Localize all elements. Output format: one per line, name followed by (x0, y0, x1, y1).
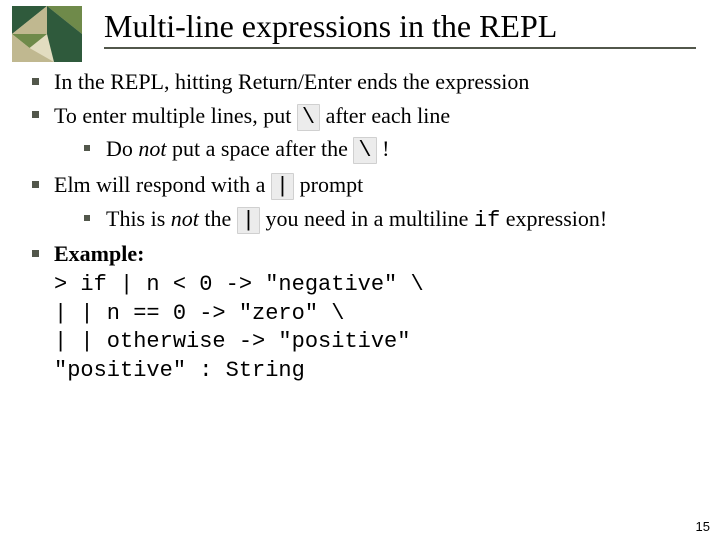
emphasis: not (138, 136, 166, 161)
bullet-text: you need in a multiline (260, 206, 474, 231)
inline-code: \ (297, 104, 320, 131)
slide-title: Multi-line expressions in the REPL (104, 8, 696, 49)
bullet-sub-item: Do not put a space after the \ ! (54, 134, 702, 166)
slide-body: In the REPL, hitting Return/Enter ends t… (18, 67, 702, 386)
code-line: | | otherwise -> "positive" (54, 328, 702, 357)
bullet-item: In the REPL, hitting Return/Enter ends t… (18, 67, 702, 97)
inline-code: | (271, 173, 294, 200)
code-line: > if | n < 0 -> "negative" \ (54, 271, 702, 300)
bullet-text: after each line (320, 103, 450, 128)
tangram-logo-icon (12, 6, 82, 62)
bullet-text: To enter multiple lines, put (54, 103, 297, 128)
example-label: Example: (54, 241, 144, 266)
code-block: > if | n < 0 -> "negative" \| | n == 0 -… (54, 271, 702, 385)
bullet-text: prompt (294, 172, 363, 197)
inline-code: \ (353, 137, 376, 164)
code-line: "positive" : String (54, 357, 702, 386)
inline-code: if (474, 208, 500, 233)
inline-code: | (237, 207, 260, 234)
bullet-item: Elm will respond with a | prompt This is… (18, 170, 702, 235)
bullet-text: Elm will respond with a (54, 172, 271, 197)
code-line: | | n == 0 -> "zero" \ (54, 300, 702, 329)
slide-header: Multi-line expressions in the REPL (0, 0, 720, 49)
page-number: 15 (696, 519, 710, 534)
slide: Multi-line expressions in the REPL In th… (0, 0, 720, 540)
bullet-text: expression! (500, 206, 607, 231)
bullet-text: the (199, 206, 237, 231)
bullet-item: Example: > if | n < 0 -> "negative" \| |… (18, 239, 702, 385)
bullet-item: To enter multiple lines, put \ after eac… (18, 101, 702, 166)
bullet-text: This is (106, 206, 171, 231)
bullet-text: put a space after the (167, 136, 354, 161)
bullet-text: ! (377, 136, 390, 161)
bullet-text: Do (106, 136, 138, 161)
bullet-sub-item: This is not the | you need in a multilin… (54, 204, 702, 236)
emphasis: not (171, 206, 199, 231)
bullet-text: In the REPL, hitting Return/Enter ends t… (54, 69, 529, 94)
